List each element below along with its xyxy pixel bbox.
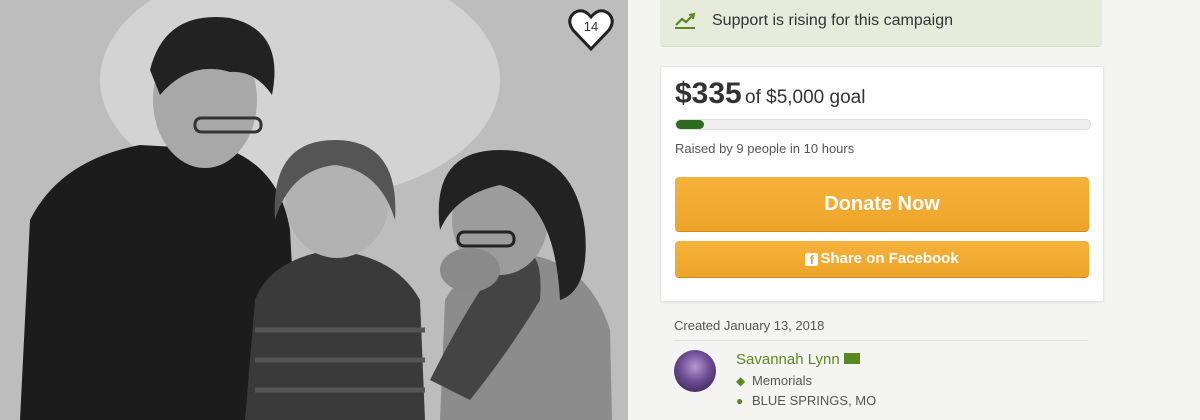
category-label[interactable]: Memorials bbox=[752, 373, 812, 388]
amount-raised: $335 bbox=[675, 77, 742, 110]
photo-illustration bbox=[0, 0, 628, 420]
goal-text: of $5,000 goal bbox=[745, 87, 866, 108]
trending-up-icon bbox=[675, 12, 696, 29]
share-facebook-label: Share on Facebook bbox=[820, 250, 959, 267]
rising-banner: Support is rising for this campaign bbox=[660, 0, 1102, 47]
created-date: Created January 13, 2018 bbox=[674, 318, 825, 333]
share-facebook-button[interactable]: f Share on Facebook bbox=[675, 241, 1089, 277]
organizer-name[interactable]: Savannah Lynn bbox=[736, 351, 840, 368]
category-row[interactable]: ◆ Memorials bbox=[736, 373, 812, 388]
envelope-icon[interactable] bbox=[843, 353, 860, 364]
campaign-sidebar: Support is rising for this campaign $335… bbox=[628, 0, 1200, 420]
progress-bar bbox=[675, 119, 1091, 130]
favorite-heart-button[interactable]: 14 bbox=[568, 8, 614, 52]
progress-fill bbox=[676, 120, 704, 129]
donation-card: $335 of $5,000 goal Raised by 9 people i… bbox=[660, 66, 1104, 302]
facebook-icon: f bbox=[805, 253, 819, 267]
tag-icon: ◆ bbox=[736, 374, 746, 388]
campaign-photo: 14 bbox=[0, 0, 628, 420]
raised-by-text: Raised by 9 people in 10 hours bbox=[675, 141, 855, 156]
donate-now-button[interactable]: Donate Now bbox=[675, 177, 1089, 231]
location-row: ● BLUE SPRINGS, MO bbox=[736, 393, 876, 408]
organizer-avatar[interactable] bbox=[674, 350, 716, 392]
likes-count: 14 bbox=[583, 19, 599, 34]
organizer-name-row[interactable]: Savannah Lynn bbox=[736, 351, 860, 368]
location-label: BLUE SPRINGS, MO bbox=[752, 393, 877, 408]
rising-text: Support is rising for this campaign bbox=[712, 12, 953, 29]
map-pin-icon: ● bbox=[736, 394, 744, 408]
divider bbox=[674, 340, 1088, 341]
